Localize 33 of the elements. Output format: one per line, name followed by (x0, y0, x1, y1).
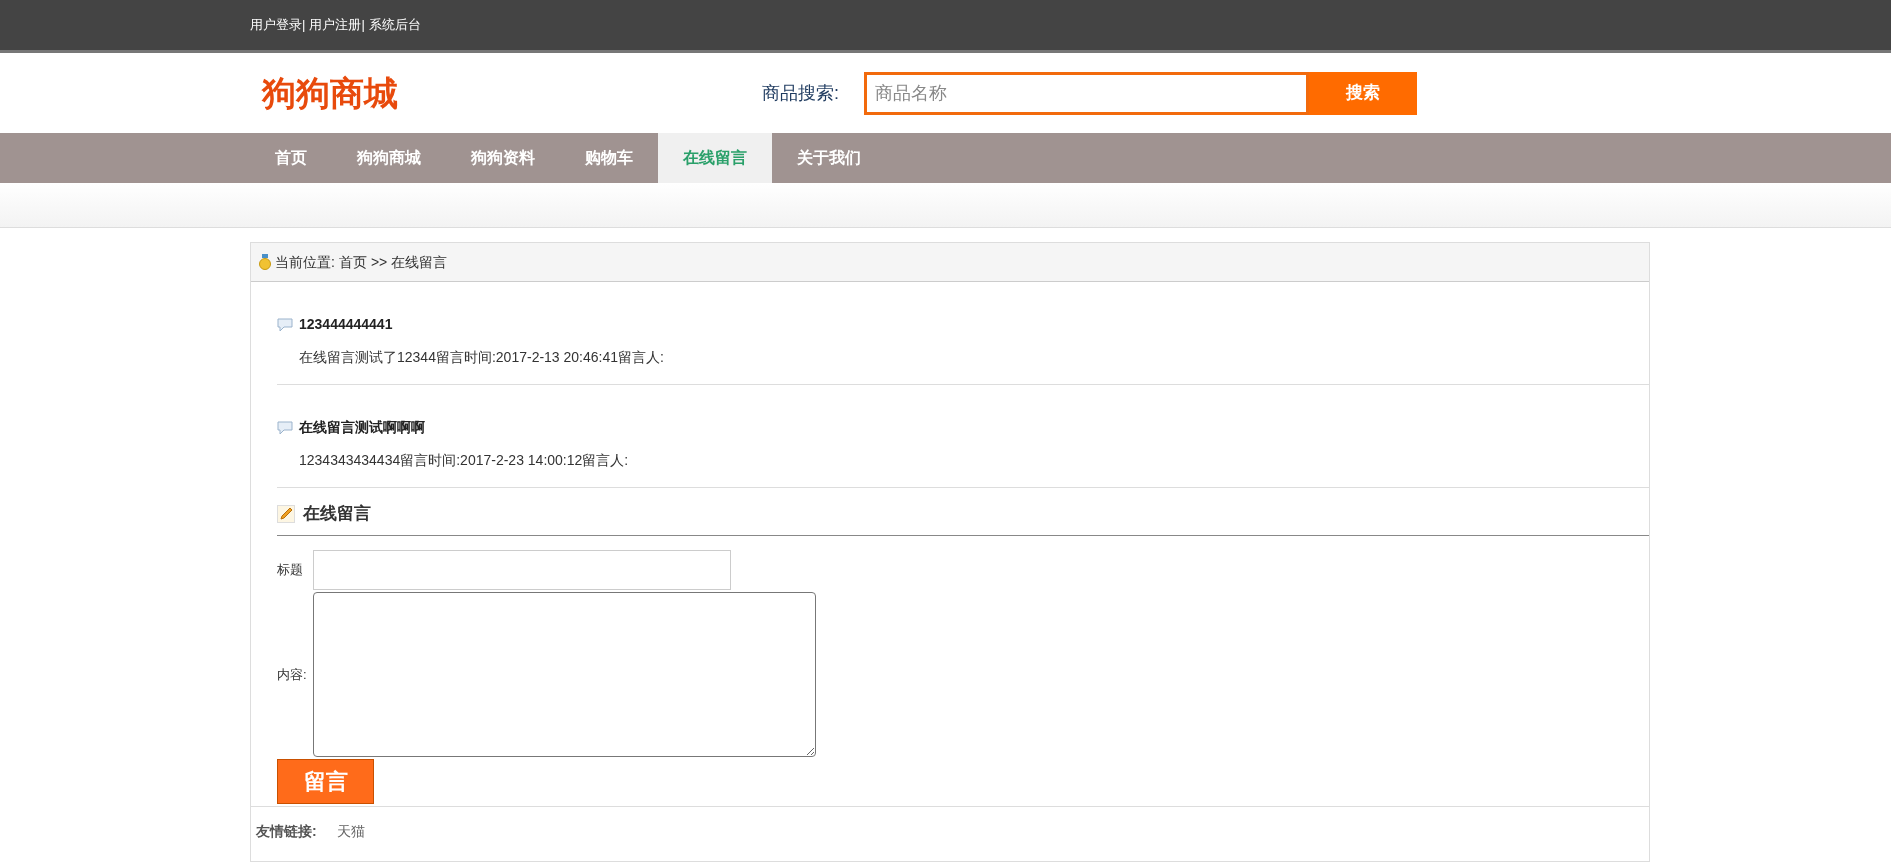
title-field[interactable] (313, 550, 731, 590)
nav-tab[interactable]: 狗狗资料 (446, 133, 560, 183)
nav-tab[interactable]: 狗狗商城 (332, 133, 446, 183)
message-body: 1234343434434留言时间:2017-2-23 14:00:12留言人: (298, 451, 630, 470)
footer-label: 友情链接: (256, 822, 317, 841)
medal-icon (259, 254, 271, 270)
search-field[interactable]: 商品名称 (864, 71, 1309, 115)
top-link[interactable]: 用户注册| (309, 15, 365, 35)
speech-bubble-icon (277, 420, 293, 435)
breadcrumb-link[interactable]: 在线留言 (391, 251, 448, 273)
nav-tab[interactable]: 购物车 (560, 133, 658, 183)
form-heading: 在线留言 (303, 502, 371, 525)
title-label: 标题 (277, 561, 304, 580)
top-link[interactable]: 用户登录| (250, 15, 306, 35)
search-button[interactable]: 搜索 (1309, 71, 1417, 115)
nav-tab[interactable]: 首页 (250, 133, 332, 183)
nav-tab[interactable]: 关于我们 (772, 133, 886, 183)
message-body: 在线留言测试了12344留言时间:2017-2-13 20:46:41留言人: (298, 348, 665, 367)
breadcrumb-separator: >> (370, 252, 388, 272)
content-label: 内容: (277, 665, 308, 684)
breadcrumb-label: 当前位置: (275, 252, 335, 272)
pencil-icon (277, 504, 295, 523)
top-link[interactable]: 系统后台 (368, 15, 421, 35)
search-label: 商品搜索: (762, 81, 840, 105)
footer-link[interactable]: 天猫 (336, 821, 365, 842)
breadcrumb-link[interactable]: 首页 (338, 251, 367, 273)
message-title: 123444444441 (299, 315, 393, 334)
nav-tab[interactable]: 在线留言 (658, 133, 772, 183)
speech-bubble-icon (277, 317, 293, 332)
submit-button[interactable]: 留言 (277, 759, 374, 804)
content-field[interactable] (313, 592, 816, 757)
message-title: 在线留言测试啊啊啊 (299, 418, 425, 437)
site-logo[interactable]: 狗狗商城 (262, 67, 762, 119)
